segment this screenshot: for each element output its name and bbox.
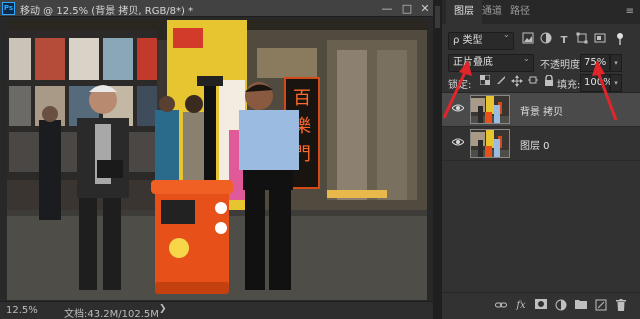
document-tab-title[interactable]: 移动 @ 12.5% (背景 拷贝, RGB/8*) *: [20, 2, 193, 17]
lock-transparent-pixels-icon[interactable]: [478, 74, 492, 91]
fill-slider-toggle[interactable]: ▾: [610, 74, 622, 92]
smart-object-filter-icon[interactable]: [592, 32, 608, 50]
lock-position-icon[interactable]: [510, 75, 524, 91]
blend-mode-select[interactable]: 正片叠底: [448, 54, 534, 72]
new-layer-icon[interactable]: [594, 299, 608, 313]
opacity-input[interactable]: 75%: [580, 54, 610, 72]
filter-toggle-icon[interactable]: [612, 32, 628, 50]
sign-char-1: 百: [293, 88, 311, 109]
lock-image-pixels-icon[interactable]: [494, 75, 508, 91]
type-filter-icon[interactable]: T: [556, 32, 572, 50]
dock-collapse-handle[interactable]: [435, 6, 440, 28]
opacity-slider-toggle[interactable]: ▾: [610, 54, 622, 72]
document-status-bar: 12.5% 文档:43.2M/102.5M ❯: [0, 301, 433, 319]
layer-name[interactable]: 背景 拷贝: [520, 103, 563, 118]
image-filter-icon[interactable]: [520, 32, 536, 50]
layer-list: 背景 拷贝 图层 0: [442, 92, 640, 292]
layer-thumbnail: [470, 129, 510, 158]
layers-panel: 图层 通道 路径 ≡ ρ 类型 ⌄ T 正片叠底 ⌄ 不透明度: 75% ▾ 锁…: [442, 0, 640, 319]
document-window: Ps 移动 @ 12.5% (背景 拷贝, RGB/8*) * — □ ✕ 百 …: [0, 0, 433, 319]
photoshop-logo: Ps: [2, 2, 15, 15]
layer-thumbnail: [470, 95, 510, 124]
adjustment-filter-icon[interactable]: [538, 32, 554, 50]
link-icon[interactable]: [494, 299, 508, 313]
status-menu-arrow-icon[interactable]: ❯: [159, 304, 167, 314]
chevron-down-icon: ⌄: [503, 30, 510, 39]
minimize-button[interactable]: —: [376, 0, 398, 17]
adjustment-icon[interactable]: [554, 299, 568, 313]
document-canvas[interactable]: 百 樂 門: [7, 20, 427, 300]
street-photo: 百 樂 門: [7, 20, 427, 300]
lock-all-icon[interactable]: [542, 74, 556, 91]
eye-icon[interactable]: [451, 103, 465, 115]
trash-icon[interactable]: [614, 299, 628, 313]
panel-menu-icon[interactable]: ≡: [626, 6, 634, 17]
fill-label: 填充:: [557, 80, 581, 91]
zoom-readout[interactable]: 12.5%: [6, 305, 38, 316]
fill-input[interactable]: 100%: [580, 74, 613, 92]
layer-name[interactable]: 图层 0: [520, 137, 550, 152]
panel-dock-gutter: [433, 0, 442, 319]
layer-row[interactable]: 图层 0: [442, 127, 640, 161]
document-size-readout: 文档:43.2M/102.5M: [64, 309, 159, 319]
lock-artboard-icon[interactable]: [526, 75, 540, 91]
document-tab-bar: Ps 移动 @ 12.5% (背景 拷贝, RGB/8*) * — □ ✕: [0, 0, 433, 17]
shape-filter-icon[interactable]: [574, 32, 590, 50]
eye-icon[interactable]: [451, 137, 465, 149]
lock-label: 锁定:: [448, 80, 472, 91]
blend-mode-row: 正片叠底 ⌄ 不透明度: 75% ▾: [448, 54, 636, 72]
layer-row[interactable]: 背景 拷贝: [442, 93, 640, 127]
layers-panel-footer: fx: [442, 292, 640, 319]
fx-icon[interactable]: fx: [514, 299, 528, 313]
tab-paths[interactable]: 路径: [502, 0, 538, 24]
lock-row: 锁定: 填充: 100% ▾: [448, 74, 636, 92]
group-icon[interactable]: [574, 299, 588, 313]
panel-tab-bar: 图层 通道 路径 ≡: [442, 0, 640, 24]
layer-filter-row: ρ 类型 ⌄ T: [448, 30, 636, 52]
opacity-label: 不透明度:: [540, 60, 584, 71]
chevron-down-icon: ⌄: [523, 54, 530, 63]
mask-icon[interactable]: [534, 299, 548, 313]
